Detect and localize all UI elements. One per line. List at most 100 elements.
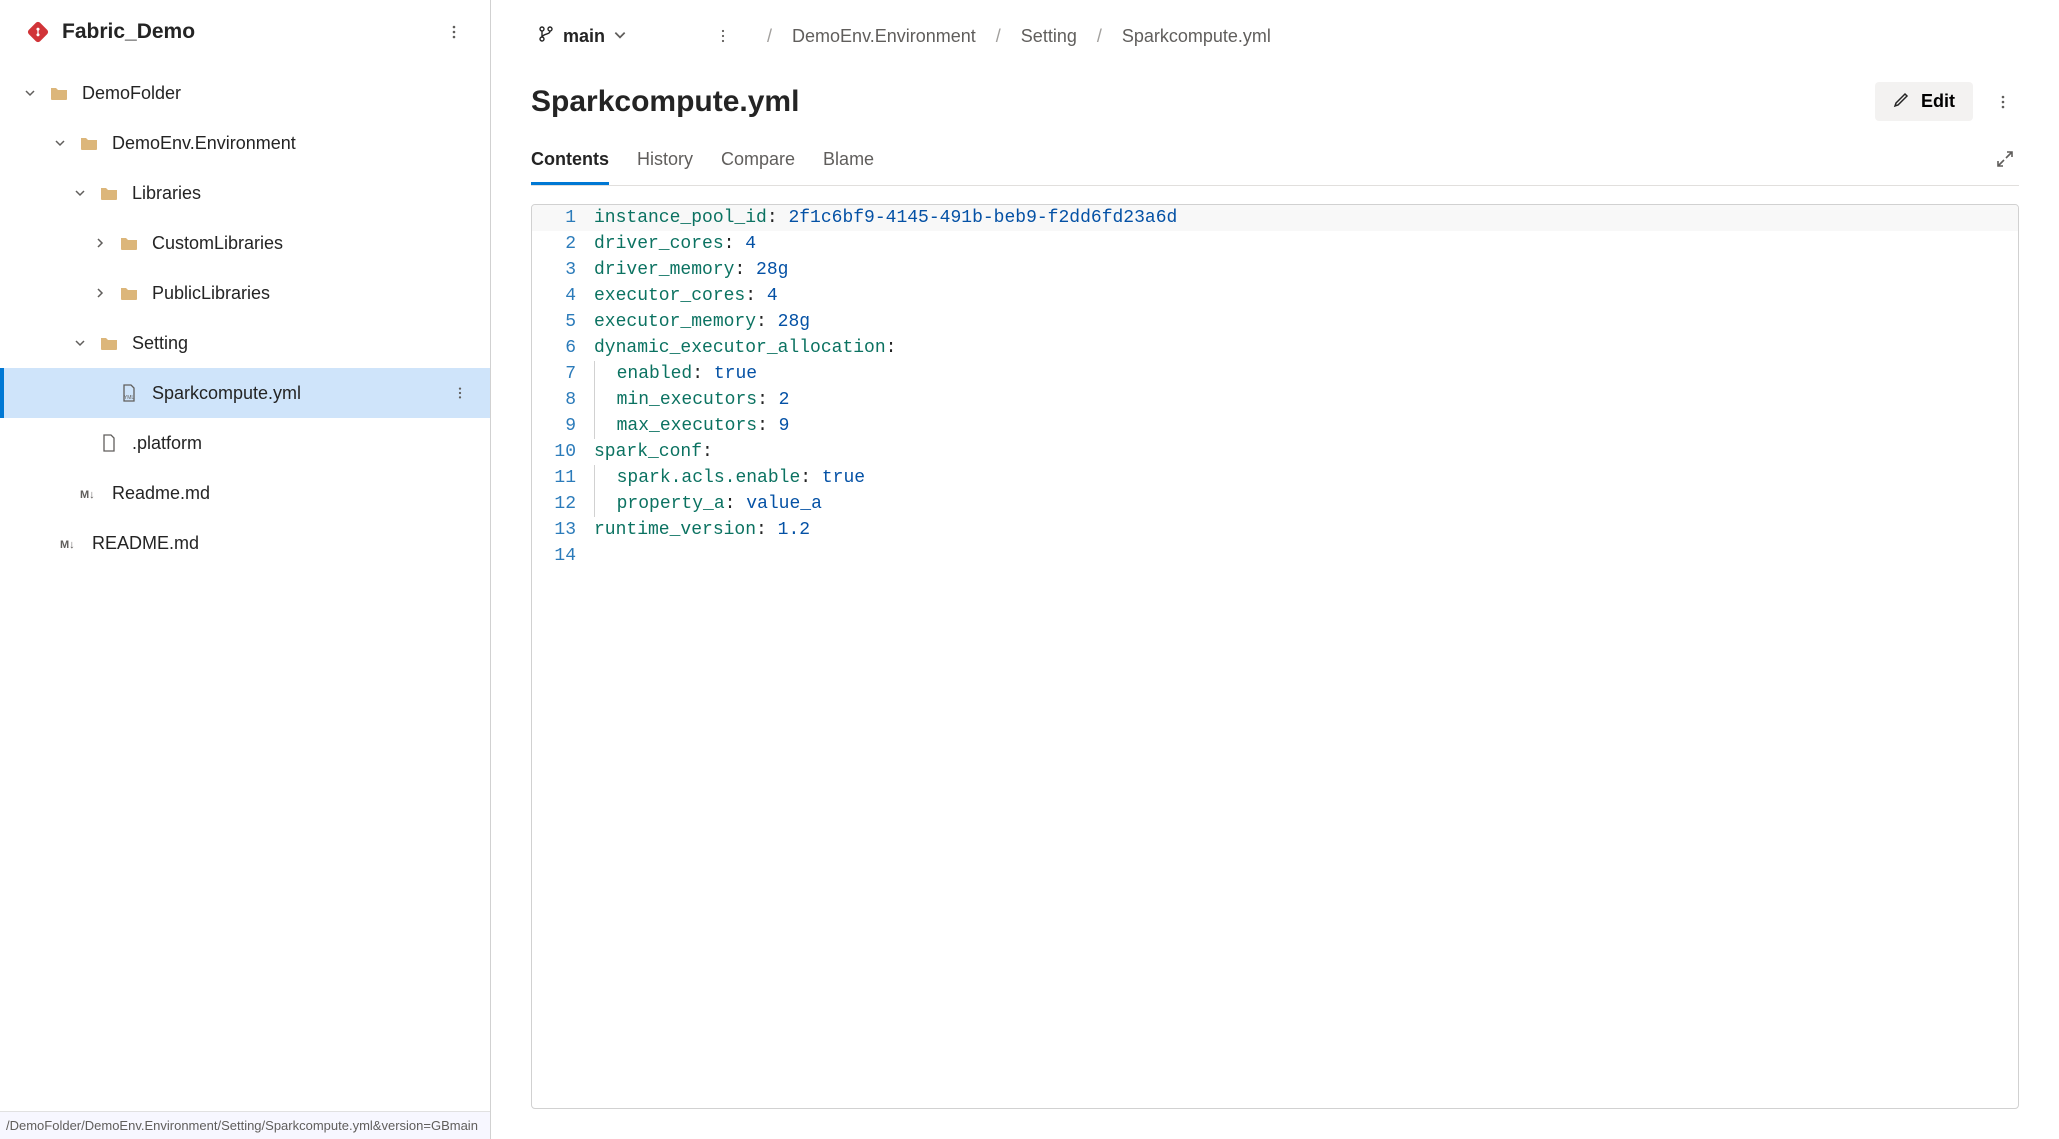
chevron-down-icon[interactable] [52, 137, 68, 149]
markdown-icon: M↓ [78, 482, 100, 504]
code-content: min_executors: 2 [588, 387, 789, 413]
code-content: spark_conf: [588, 439, 713, 465]
fullscreen-button[interactable] [1991, 145, 2019, 178]
code-content: runtime_version: 1.2 [588, 517, 810, 543]
code-line[interactable]: 1instance_pool_id: 2f1c6bf9-4145-491b-be… [532, 205, 2018, 231]
code-content: property_a: value_a [588, 491, 822, 517]
line-number: 10 [532, 439, 588, 465]
main-content: main / DemoEnv.Environment / Setting / S… [491, 0, 2059, 1139]
tree-item-label: DemoEnv.Environment [112, 133, 490, 154]
edit-button[interactable]: Edit [1875, 82, 1973, 121]
chevron-down-icon[interactable] [72, 187, 88, 199]
code-line[interactable]: 3driver_memory: 28g [532, 257, 2018, 283]
code-line[interactable]: 2driver_cores: 4 [532, 231, 2018, 257]
code-line[interactable]: 8 min_executors: 2 [532, 387, 2018, 413]
line-number: 1 [532, 205, 588, 231]
folder-icon [118, 232, 140, 254]
tree-item-label: PublicLibraries [152, 283, 490, 304]
code-line[interactable]: 5executor_memory: 28g [532, 309, 2018, 335]
code-line[interactable]: 9 max_executors: 9 [532, 413, 2018, 439]
branch-selector[interactable]: main [531, 21, 633, 52]
repo-more-button[interactable] [438, 16, 470, 48]
chevron-right-icon[interactable] [92, 237, 108, 249]
tab-contents[interactable]: Contents [531, 137, 609, 185]
code-line[interactable]: 11 spark.acls.enable: true [532, 465, 2018, 491]
tree-file-sparkcompute[interactable]: YML Sparkcompute.yml [0, 368, 490, 418]
chevron-right-icon[interactable] [92, 287, 108, 299]
tree-folder-libraries[interactable]: Libraries [0, 168, 490, 218]
code-content: dynamic_executor_allocation: [588, 335, 896, 361]
folder-icon [98, 182, 120, 204]
tree-item-label: DemoFolder [82, 83, 490, 104]
branch-more-button[interactable] [707, 20, 739, 52]
tab-history[interactable]: History [637, 137, 693, 185]
line-number: 9 [532, 413, 588, 439]
tab-blame[interactable]: Blame [823, 137, 874, 185]
code-content: instance_pool_id: 2f1c6bf9-4145-491b-beb… [588, 205, 1177, 231]
line-number: 14 [532, 543, 588, 569]
line-number: 12 [532, 491, 588, 517]
folder-icon [78, 132, 100, 154]
tree-file-readme-inner[interactable]: M↓ Readme.md [0, 468, 490, 518]
tree-item-label: .platform [132, 433, 490, 454]
tree-file-platform[interactable]: .platform [0, 418, 490, 468]
repo-icon [26, 20, 50, 44]
tree-file-readme-root[interactable]: M↓ README.md [0, 518, 490, 568]
breadcrumb-item[interactable]: DemoEnv.Environment [792, 26, 976, 47]
code-content: spark.acls.enable: true [588, 465, 865, 491]
chevron-down-icon [613, 26, 627, 47]
tree-folder-demofolder[interactable]: DemoFolder [0, 68, 490, 118]
folder-icon [48, 82, 70, 104]
code-line[interactable]: 12 property_a: value_a [532, 491, 2018, 517]
tab-compare[interactable]: Compare [721, 137, 795, 185]
code-viewer[interactable]: 1instance_pool_id: 2f1c6bf9-4145-491b-be… [531, 204, 2019, 1109]
code-line[interactable]: 13runtime_version: 1.2 [532, 517, 2018, 543]
sidebar: Fabric_Demo DemoFolder DemoEnv.Environme… [0, 0, 491, 1139]
code-line[interactable]: 10spark_conf: [532, 439, 2018, 465]
edit-icon [1893, 90, 1911, 113]
page-title-row: Sparkcompute.yml Edit [531, 60, 2019, 131]
breadcrumb-separator: / [767, 26, 772, 47]
tree-item-label: Setting [132, 333, 490, 354]
code-line[interactable]: 6dynamic_executor_allocation: [532, 335, 2018, 361]
tree-item-label: Readme.md [112, 483, 490, 504]
status-bar: /DemoFolder/DemoEnv.Environment/Setting/… [0, 1111, 490, 1139]
tree-folder-customlibraries[interactable]: CustomLibraries [0, 218, 490, 268]
tree-folder-publiclibraries[interactable]: PublicLibraries [0, 268, 490, 318]
tree-item-label: README.md [92, 533, 490, 554]
repo-name[interactable]: Fabric_Demo [62, 20, 438, 44]
folder-icon [118, 282, 140, 304]
code-line[interactable]: 7 enabled: true [532, 361, 2018, 387]
line-number: 4 [532, 283, 588, 309]
line-number: 2 [532, 231, 588, 257]
code-content: executor_memory: 28g [588, 309, 810, 335]
breadcrumb-item[interactable]: Sparkcompute.yml [1122, 26, 1271, 47]
tree-item-label: Libraries [132, 183, 490, 204]
branch-icon [537, 25, 555, 48]
breadcrumb-separator: / [1097, 26, 1102, 47]
file-tree: DemoFolder DemoEnv.Environment Libraries… [0, 64, 490, 572]
line-number: 8 [532, 387, 588, 413]
svg-text:M↓: M↓ [60, 539, 75, 551]
code-content: max_executors: 9 [588, 413, 789, 439]
svg-text:YML: YML [124, 395, 135, 401]
file-more-button[interactable] [1987, 86, 2019, 118]
top-bar: main / DemoEnv.Environment / Setting / S… [531, 12, 2019, 60]
code-line[interactable]: 14 [532, 543, 2018, 569]
file-icon [98, 432, 120, 454]
folder-icon [98, 332, 120, 354]
tree-item-label: Sparkcompute.yml [152, 383, 450, 404]
chevron-down-icon[interactable] [22, 87, 38, 99]
branch-name: main [563, 26, 605, 47]
tree-item-more-button[interactable] [450, 377, 470, 409]
tree-folder-setting[interactable]: Setting [0, 318, 490, 368]
line-number: 11 [532, 465, 588, 491]
code-content: enabled: true [588, 361, 757, 387]
repo-header: Fabric_Demo [0, 0, 490, 64]
yml-file-icon: YML [118, 382, 140, 404]
code-line[interactable]: 4executor_cores: 4 [532, 283, 2018, 309]
tree-folder-demoenv[interactable]: DemoEnv.Environment [0, 118, 490, 168]
chevron-down-icon[interactable] [72, 337, 88, 349]
svg-text:M↓: M↓ [80, 489, 95, 501]
breadcrumb-item[interactable]: Setting [1021, 26, 1077, 47]
